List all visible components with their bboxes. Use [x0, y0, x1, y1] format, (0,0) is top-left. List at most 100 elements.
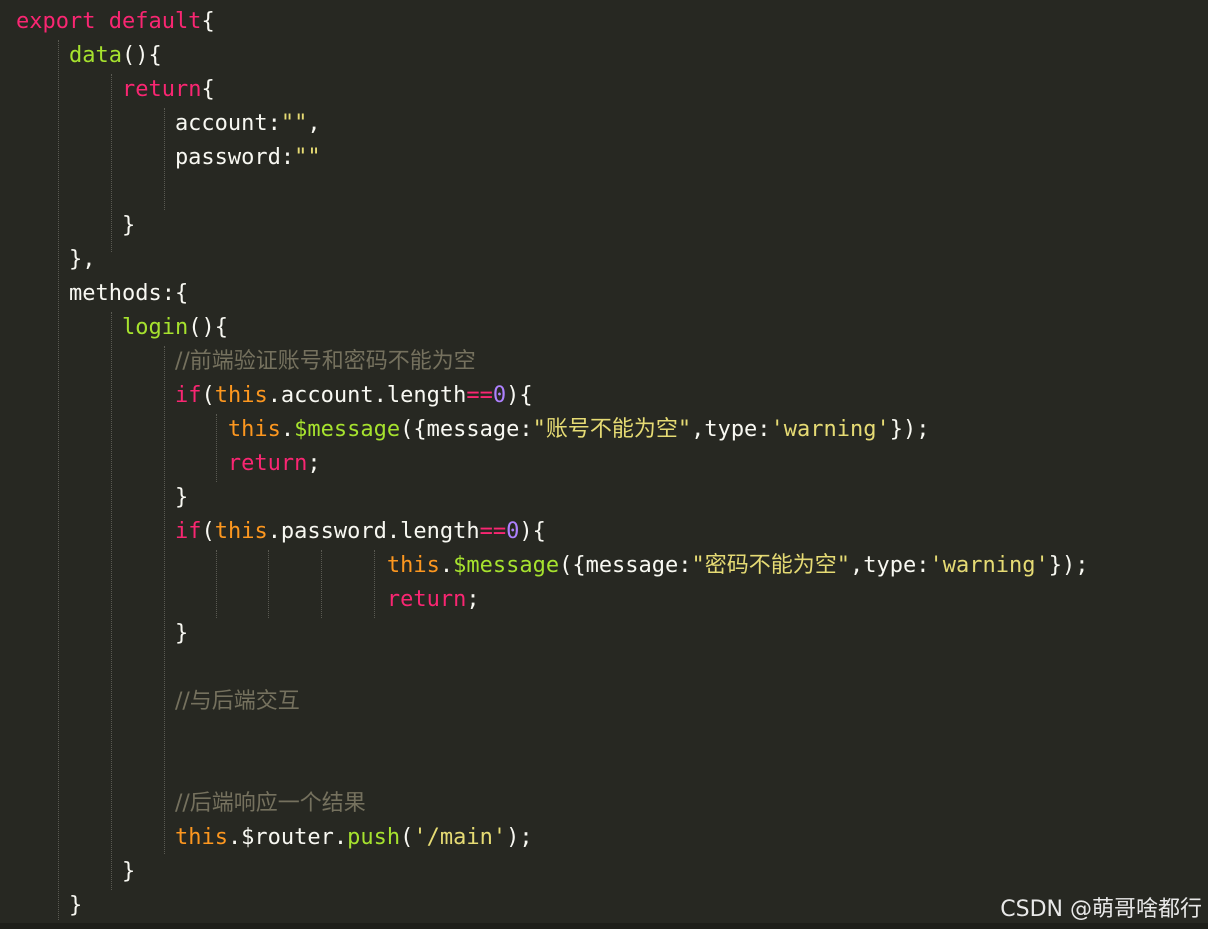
code-token: { — [201, 77, 215, 102]
code-line[interactable]: } — [16, 855, 135, 889]
code-token: .$router. — [227, 825, 348, 850]
code-token: } — [16, 859, 136, 884]
watermark: CSDN @萌哥啥都行 — [1000, 897, 1202, 922]
code-token: this — [386, 553, 440, 578]
code-token: if — [174, 519, 202, 544]
code-token: == — [479, 519, 507, 544]
code-token: $message — [294, 417, 401, 442]
code-token: } — [16, 621, 189, 646]
code-token: }); — [1048, 553, 1089, 578]
code-token: return — [386, 587, 467, 612]
code-token: == — [466, 383, 493, 408]
code-editor[interactable]: export default{ data(){ return{ account:… — [0, 0, 1208, 929]
code-token: return — [121, 77, 202, 102]
code-token: "密码不能为空" — [691, 553, 851, 578]
code-line[interactable]: //前端验证账号和密码不能为空 — [16, 345, 476, 379]
code-line[interactable]: return; — [16, 447, 321, 481]
code-token: ({message: — [400, 417, 533, 442]
code-token: this — [227, 417, 281, 442]
code-line[interactable]: }, — [16, 243, 96, 277]
code-token: 0 — [506, 519, 520, 544]
code-token: export default — [16, 9, 202, 34]
code-token: ); — [506, 825, 533, 850]
code-token: data — [68, 43, 122, 68]
code-line[interactable]: } — [16, 889, 82, 923]
code-token: . — [439, 553, 454, 578]
code-token: }); — [889, 417, 930, 442]
code-line[interactable]: this.$message({message:"账号不能为空",type:'wa… — [16, 413, 930, 447]
code-token: (){ — [121, 43, 162, 68]
editor-bottom-edge — [0, 923, 1208, 929]
code-token: if — [174, 383, 202, 408]
code-token: .password.length — [267, 519, 480, 544]
code-token: //前端验证账号和密码不能为空 — [174, 349, 476, 374]
code-token: ,type: — [850, 553, 930, 578]
code-token: methods:{ — [16, 281, 189, 306]
code-line[interactable]: //后端响应一个结果 — [16, 787, 366, 821]
code-line[interactable]: } — [16, 481, 188, 515]
code-line[interactable]: export default{ — [16, 5, 215, 39]
code-token: } — [16, 893, 83, 918]
code-token: (){ — [188, 315, 228, 340]
code-token: ( — [400, 825, 414, 850]
code-token: "" — [280, 111, 308, 136]
code-line[interactable]: methods:{ — [16, 277, 188, 311]
code-line[interactable]: login(){ — [16, 311, 228, 345]
code-token: . — [280, 417, 295, 442]
code-token: $message — [453, 553, 560, 578]
code-token: this — [174, 825, 228, 850]
code-token: this — [214, 383, 268, 408]
code-token: ){ — [519, 519, 546, 544]
code-line[interactable]: return{ — [16, 73, 215, 107]
code-line[interactable]: } — [16, 209, 135, 243]
code-line[interactable]: this.$message({message:"密码不能为空",type:'wa… — [16, 549, 1089, 583]
code-token: } — [16, 213, 136, 238]
code-token: ; — [466, 587, 480, 612]
code-line[interactable]: password:"" — [16, 141, 321, 175]
code-token: push — [347, 825, 401, 850]
code-line[interactable]: account:"", — [16, 107, 321, 141]
code-token: account: — [16, 111, 281, 136]
code-token: }, — [16, 247, 96, 272]
code-token: , — [307, 111, 321, 136]
code-token: 0 — [492, 383, 507, 408]
code-token: return — [227, 451, 308, 476]
code-line[interactable]: if(this.password.length==0){ — [16, 515, 546, 549]
code-line[interactable]: this.$router.push('/main'); — [16, 821, 533, 855]
code-line[interactable]: data(){ — [16, 39, 162, 73]
code-token: login — [121, 315, 189, 340]
code-token: 'warning' — [929, 553, 1049, 578]
code-token: this — [214, 519, 268, 544]
code-token: ( — [201, 383, 215, 408]
code-token: //后端响应一个结果 — [174, 791, 366, 816]
code-token: ( — [201, 519, 215, 544]
code-token: ,type: — [691, 417, 771, 442]
code-token: password: — [16, 145, 295, 170]
code-token: { — [201, 9, 215, 34]
code-token: ; — [307, 451, 321, 476]
code-token: '/main' — [413, 825, 507, 850]
code-token: //与后端交互 — [174, 689, 300, 714]
code-token: ){ — [506, 383, 533, 408]
code-line[interactable]: //与后端交互 — [16, 685, 300, 719]
code-token: "账号不能为空" — [532, 417, 692, 442]
code-token: "" — [294, 145, 321, 170]
code-line[interactable]: return; — [16, 583, 480, 617]
code-line[interactable]: } — [16, 617, 188, 651]
code-token: .account.length — [267, 383, 467, 408]
code-line[interactable]: if(this.account.length==0){ — [16, 379, 533, 413]
code-token: } — [16, 485, 189, 510]
